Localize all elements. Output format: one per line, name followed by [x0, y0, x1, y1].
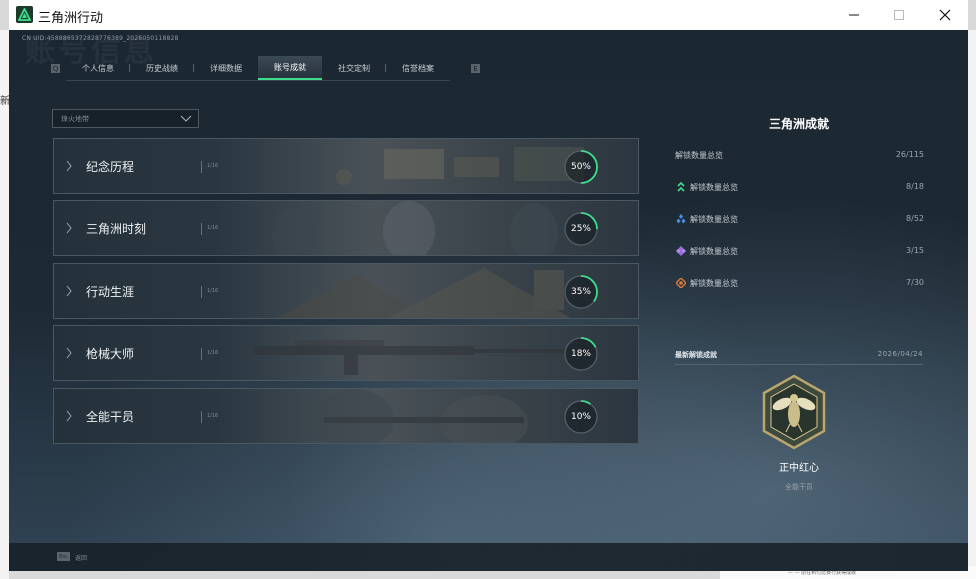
chevron-down-icon [180, 115, 192, 122]
total-unlocked-label: 解锁数量总览 [675, 151, 723, 160]
total-unlocked-value: 26/115 [895, 150, 924, 159]
tab-label: 个人信息 [82, 63, 114, 73]
minimize-button[interactable] [831, 0, 877, 30]
rarity-value: 8/18 [906, 182, 924, 191]
progress-percent: 18% [570, 349, 591, 359]
category-count: 1/16 [207, 350, 219, 356]
tab-personal-info[interactable]: 个人信息 [66, 56, 130, 80]
bottom-hint-bar: Esc 返回 [9, 543, 968, 571]
app-logo-icon [16, 6, 33, 23]
progress-percent: 35% [570, 287, 591, 297]
latest-unlock-header: 最新解锁成就 2026/04/24 [675, 350, 923, 365]
tab-label: 社交定制 [338, 63, 370, 73]
progress-ring: 18% [563, 336, 599, 372]
category-name: 枪械大师 [86, 347, 135, 361]
rarity-value: 3/15 [906, 246, 924, 255]
rarity-row-orange: 解锁数量总览 7/30 [674, 276, 924, 290]
window-title: 三角洲行动 [38, 11, 104, 26]
rarity-label: 解锁数量总览 [690, 247, 738, 256]
progress-ring: 50% [563, 149, 599, 185]
rarity-value: 8/52 [906, 214, 924, 223]
maximize-icon [894, 10, 904, 20]
window-titlebar: 三角洲行动 [9, 0, 968, 30]
desktop-left-strip: 新 [0, 30, 10, 579]
progress-ring: 10% [563, 399, 599, 435]
close-icon [939, 9, 951, 21]
progress-percent: 10% [570, 412, 591, 422]
tab-reputation-profile[interactable]: 信誉档案 [386, 56, 450, 80]
category-card-delta-moments[interactable]: 三角洲时刻 1/16 25% [53, 200, 639, 256]
esc-key-hint[interactable]: Esc [57, 552, 70, 561]
rarity-row-green: 解锁数量总览 8/18 [674, 180, 924, 194]
green-chevrons-icon [677, 182, 685, 192]
mode-filter-dropdown[interactable]: 烽火地带 [52, 109, 199, 128]
hornet-medal-icon[interactable] [760, 374, 828, 450]
chevron-right-icon [66, 222, 72, 234]
mode-filter-value: 烽火地带 [61, 115, 89, 123]
progress-percent: 50% [570, 162, 591, 172]
tab-prev-key[interactable]: Q [51, 64, 60, 73]
category-count: 1/16 [207, 413, 219, 419]
category-count: 1/16 [207, 163, 219, 169]
tab-social-customization[interactable]: 社交定制 [322, 56, 386, 80]
category-count: 1/16 [207, 288, 219, 294]
chevron-right-icon [66, 160, 72, 172]
rarity-label: 解锁数量总览 [690, 215, 738, 224]
category-card-all-round-operator[interactable]: 全能干员 1/16 10% [53, 388, 639, 444]
rarity-row-blue: 解锁数量总览 8/52 [674, 212, 924, 226]
uid-label: CN UID:4588865372828776389_2026050118828 [22, 35, 179, 42]
total-unlocked-row: 解锁数量总览 26/115 [674, 148, 924, 162]
minimize-icon [849, 14, 859, 16]
maximize-button[interactable] [876, 0, 922, 30]
category-name: 全能干员 [86, 410, 135, 424]
category-card-career[interactable]: 行动生涯 1/16 35% [53, 263, 639, 319]
category-name: 三角洲时刻 [86, 222, 147, 236]
close-button[interactable] [922, 0, 968, 30]
tab-label: 信誉档案 [402, 63, 434, 73]
chevron-right-icon [66, 285, 72, 297]
chevron-right-icon [66, 347, 72, 359]
category-name: 行动生涯 [86, 285, 135, 299]
purple-diamonds-icon [676, 246, 686, 256]
rarity-label: 解锁数量总览 [690, 183, 738, 192]
panel-title: 三角洲成就 [768, 117, 829, 131]
progress-percent: 25% [570, 224, 591, 234]
latest-unlock-date: 2026/04/24 [877, 350, 923, 358]
back-label: 返回 [75, 555, 88, 562]
latest-medal-name: 正中红心 [779, 463, 819, 474]
progress-ring: 25% [563, 211, 599, 247]
category-card-memorial[interactable]: 纪念历程 1/16 50% [53, 138, 639, 194]
tab-detailed-data[interactable]: 详细数据 [194, 56, 258, 80]
progress-ring: 35% [563, 274, 599, 310]
tab-label: 历史战绩 [146, 63, 178, 73]
desktop-right-strip [968, 30, 976, 579]
tab-label: 账号成就 [274, 62, 306, 72]
category-name: 纪念历程 [86, 160, 135, 174]
tab-account-achievements[interactable]: 账号成就 [258, 56, 322, 80]
orange-compass-icon [676, 278, 686, 288]
chevron-right-icon [66, 410, 72, 422]
category-card-weapon-master[interactable]: 枪械大师 1/16 18% [53, 325, 639, 381]
game-client-area: 账号信息 CN UID:4588865372828776389_20260501… [9, 30, 968, 571]
tab-list: 个人信息 历史战绩 详细数据 账号成就 社交定制 信誉档案 [66, 56, 450, 81]
tab-next-key[interactable]: E [471, 64, 480, 73]
rarity-row-purple: 解锁数量总览 3/15 [674, 244, 924, 258]
blue-diamonds-icon [676, 214, 686, 224]
category-count: 1/16 [207, 225, 219, 231]
tab-match-history[interactable]: 历史战绩 [130, 56, 194, 80]
rarity-value: 7/30 [906, 278, 924, 287]
latest-unlock-label: 最新解锁成就 [675, 351, 717, 359]
tab-label: 详细数据 [210, 63, 242, 73]
latest-medal-category: 全能干员 [785, 483, 813, 491]
rarity-label: 解锁数量总览 [690, 279, 738, 288]
